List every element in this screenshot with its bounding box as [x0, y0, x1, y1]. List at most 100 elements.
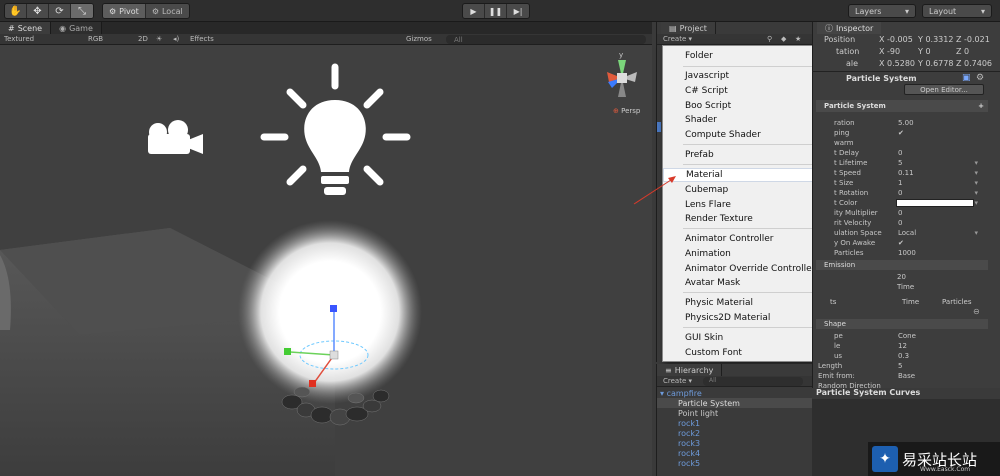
menu-item-physics2d-material[interactable]: Physics2D Material: [663, 311, 833, 325]
lighting-toggle-icon[interactable]: ☀: [156, 35, 162, 43]
property-value[interactable]: 12: [898, 342, 907, 350]
render-mode-dropdown[interactable]: Textured: [4, 35, 34, 43]
menu-item-prefab[interactable]: Prefab: [663, 148, 833, 162]
favorite-star-icon[interactable]: ★: [795, 35, 801, 43]
menu-item-folder[interactable]: Folder: [663, 49, 833, 63]
settings-gear-icon[interactable]: ⚙: [976, 73, 984, 83]
position-y-field[interactable]: Y 0.3312: [918, 35, 953, 44]
dropdown-arrow-icon[interactable]: ▾: [974, 199, 978, 207]
rotation-x-field[interactable]: X -90: [879, 47, 900, 56]
tree-item-rock5[interactable]: rock5: [657, 458, 812, 468]
scene-search-input[interactable]: All: [446, 35, 646, 44]
menu-item-avatar-mask[interactable]: Avatar Mask: [663, 276, 833, 290]
hierarchy-search-input[interactable]: All: [703, 377, 803, 386]
audio-toggle-icon[interactable]: ◂): [173, 35, 179, 43]
open-editor-button[interactable]: Open Editor...: [904, 84, 984, 95]
shape-property-row[interactable]: pe Cone: [812, 331, 1000, 341]
property-value[interactable]: 0: [898, 189, 902, 197]
module-header-emission[interactable]: Emission: [816, 260, 988, 270]
hierarchy-create-button[interactable]: Create ▾: [663, 377, 692, 385]
filter-label-icon[interactable]: ◆: [781, 35, 786, 43]
tab-hierarchy[interactable]: ≡ Hierarchy: [657, 364, 723, 376]
pause-button[interactable]: ❚❚: [485, 4, 507, 18]
property-value[interactable]: 0.11: [898, 169, 914, 177]
tab-scene[interactable]: # Scene: [0, 22, 52, 34]
property-row[interactable]: t Speed 0.11 ▾: [812, 168, 1000, 178]
menu-item-gui-skin[interactable]: GUI Skin: [663, 331, 833, 345]
play-button[interactable]: ▶: [463, 4, 485, 18]
move-tool-button[interactable]: ✥: [27, 4, 49, 18]
property-row[interactable]: ulation Space Local ▾: [812, 228, 1000, 238]
menu-item-shader[interactable]: Shader: [663, 113, 833, 127]
property-value[interactable]: 5: [898, 159, 902, 167]
layers-dropdown[interactable]: Layers ▾: [848, 4, 916, 18]
scale-tool-button[interactable]: ⤡: [71, 4, 93, 18]
pivot-button[interactable]: ⚙ Pivot: [103, 4, 146, 18]
rate-mode-dropdown[interactable]: Time: [897, 283, 914, 291]
dropdown-arrow-icon[interactable]: ▾: [974, 169, 978, 177]
property-row[interactable]: Particles 1000: [812, 248, 1000, 258]
tree-item-particle-system[interactable]: Particle System: [657, 398, 812, 408]
property-row[interactable]: ration 5.00: [812, 118, 1000, 128]
tree-item-rock4[interactable]: rock4: [657, 448, 812, 458]
start-color-swatch[interactable]: [896, 199, 974, 207]
property-value[interactable]: 0: [898, 209, 902, 217]
menu-item-animator-controller[interactable]: Animator Controller: [663, 232, 833, 246]
dropdown-arrow-icon[interactable]: ▾: [974, 159, 978, 167]
help-icon[interactable]: ▣: [962, 73, 971, 83]
rgb-dropdown[interactable]: RGB: [88, 35, 103, 43]
remove-burst-icon[interactable]: ⊖: [973, 307, 980, 316]
property-row[interactable]: t Lifetime 5 ▾: [812, 158, 1000, 168]
module-header-shape[interactable]: Shape: [816, 319, 988, 329]
rotation-z-field[interactable]: Z 0: [956, 47, 969, 56]
scale-z-field[interactable]: Z 0.7406: [956, 59, 992, 68]
dropdown-arrow-icon[interactable]: ▾: [974, 179, 978, 187]
rotation-y-field[interactable]: Y 0: [918, 47, 931, 56]
menu-item-animator-override-controller[interactable]: Animator Override Controller: [663, 262, 833, 276]
scale-x-field[interactable]: X 0.5280: [879, 59, 915, 68]
tree-item-rock3[interactable]: rock3: [657, 438, 812, 448]
rotate-tool-button[interactable]: ⟳: [49, 4, 71, 18]
shape-property-row[interactable]: Length 5: [812, 361, 1000, 371]
tree-item-rock1[interactable]: rock1: [657, 418, 812, 428]
menu-item-compute-shader[interactable]: Compute Shader: [663, 128, 833, 142]
property-value[interactable]: 5.00: [898, 119, 914, 127]
property-value[interactable]: ✔: [898, 129, 904, 137]
property-value[interactable]: Cone: [898, 332, 916, 340]
local-button[interactable]: ⚙ Local: [146, 4, 189, 18]
dropdown-arrow-icon[interactable]: ▾: [974, 189, 978, 197]
shape-property-row[interactable]: le 12: [812, 341, 1000, 351]
property-value[interactable]: 1: [898, 179, 902, 187]
persp-label[interactable]: ⊕ Persp: [613, 107, 640, 115]
property-value[interactable]: Base: [898, 372, 915, 380]
tab-inspector[interactable]: ⓘ Inspector: [817, 22, 882, 34]
property-value[interactable]: Local: [898, 229, 916, 237]
menu-item-cubemap[interactable]: Cubemap: [663, 183, 833, 197]
property-row[interactable]: rit Velocity 0: [812, 218, 1000, 228]
menu-item-csharp-script[interactable]: C# Script: [663, 84, 833, 98]
effects-dropdown[interactable]: Effects: [190, 35, 214, 43]
tab-project[interactable]: ▤ Project: [661, 22, 716, 34]
property-row[interactable]: ping ✔: [812, 128, 1000, 138]
property-row[interactable]: t Delay 0: [812, 148, 1000, 158]
property-row[interactable]: ity Multiplier 0: [812, 208, 1000, 218]
property-row[interactable]: warm: [812, 138, 1000, 148]
scale-y-field[interactable]: Y 0.6778: [918, 59, 953, 68]
hand-tool-button[interactable]: ✋: [5, 4, 27, 18]
property-row[interactable]: y On Awake ✔: [812, 238, 1000, 248]
module-header-particle-system[interactable]: Particle System +: [816, 100, 988, 112]
menu-item-lens-flare[interactable]: Lens Flare: [663, 198, 833, 212]
property-row[interactable]: t Size 1 ▾: [812, 178, 1000, 188]
tree-item-point-light[interactable]: Point light: [657, 408, 812, 418]
shape-property-row[interactable]: Emit from: Base: [812, 371, 1000, 381]
menu-item-javascript[interactable]: Javascript: [663, 69, 833, 83]
menu-item-boo-script[interactable]: Boo Script: [663, 99, 833, 113]
menu-item-animation[interactable]: Animation: [663, 247, 833, 261]
property-value[interactable]: 0.3: [898, 352, 909, 360]
menu-item-material[interactable]: Material: [663, 168, 833, 182]
menu-item-render-texture[interactable]: Render Texture: [663, 212, 833, 226]
step-button[interactable]: ▶|: [507, 4, 529, 18]
dropdown-arrow-icon[interactable]: ▾: [974, 229, 978, 237]
tab-game[interactable]: ◉ Game: [51, 22, 102, 34]
layout-dropdown[interactable]: Layout ▾: [922, 4, 992, 18]
